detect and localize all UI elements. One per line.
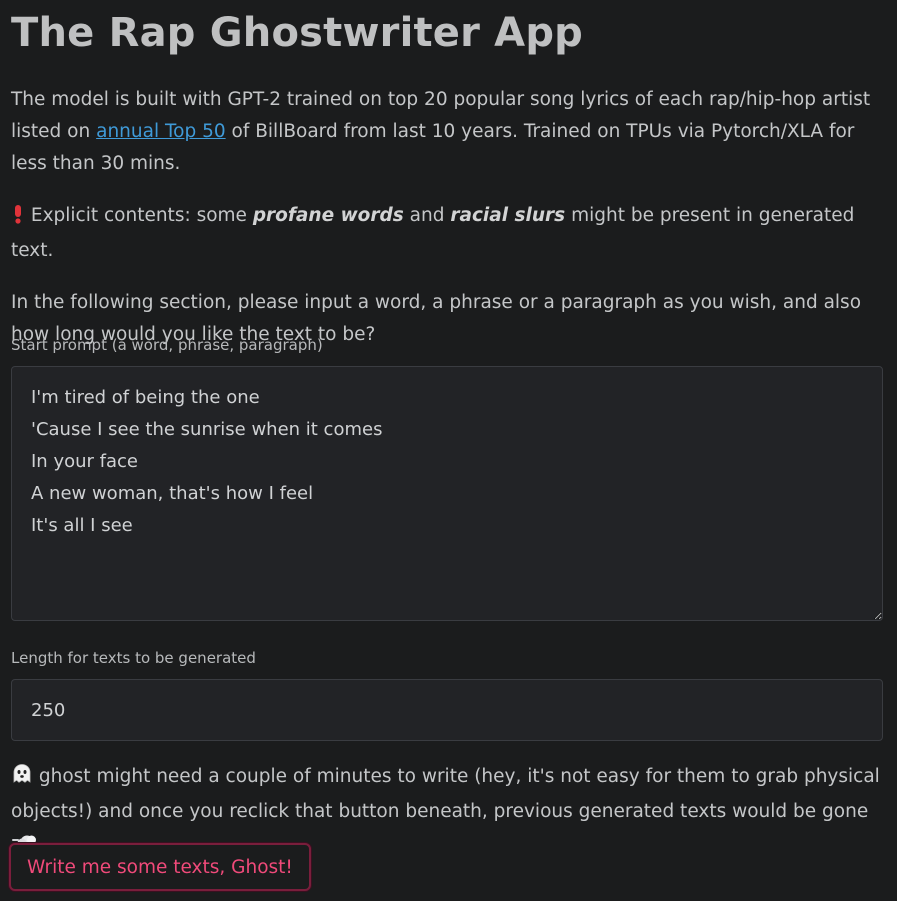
prompt-textarea[interactable]: I'm tired of being the one 'Cause I see … bbox=[11, 366, 883, 621]
explicit-warning: Explicit contents: some profane words an… bbox=[11, 200, 886, 267]
ghost-note-text: ghost might need a couple of minutes to … bbox=[11, 766, 880, 822]
intro-paragraph: The model is built with GPT-2 trained on… bbox=[11, 84, 886, 180]
racial-slurs-term: racial slurs bbox=[450, 205, 566, 226]
profane-words-term: profane words bbox=[252, 205, 404, 226]
explicit-text-before: Explicit contents: some bbox=[25, 205, 253, 226]
generate-button[interactable]: Write me some texts, Ghost! bbox=[9, 843, 311, 891]
exclamation-icon bbox=[11, 203, 25, 235]
explicit-text-middle: and bbox=[403, 205, 451, 226]
length-input[interactable] bbox=[11, 679, 883, 741]
app-page: The Rap Ghostwriter App The model is bui… bbox=[0, 0, 897, 901]
ghost-icon bbox=[11, 763, 33, 796]
billboard-top50-link[interactable]: annual Top 50 bbox=[96, 121, 226, 142]
length-field-label: Length for texts to be generated bbox=[11, 649, 256, 667]
prompt-field-label: Start prompt (a word, phrase, paragraph) bbox=[11, 336, 323, 354]
page-title: The Rap Ghostwriter App bbox=[11, 10, 584, 56]
